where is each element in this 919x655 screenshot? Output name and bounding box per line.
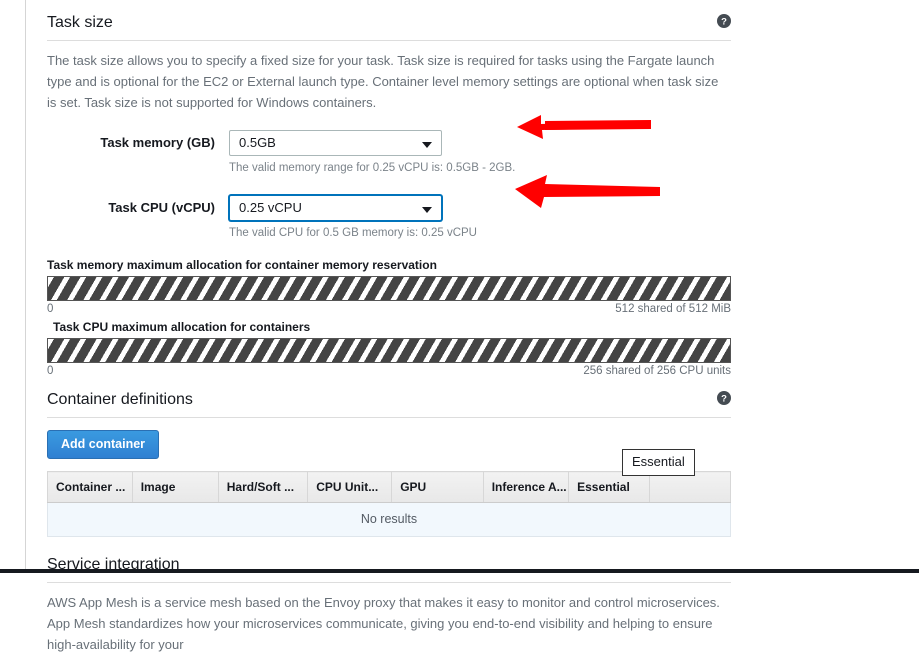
column-header-essential[interactable]: Essential: [568, 471, 651, 503]
task-cpu-bar-axis: 0 256 shared of 256 CPU units: [47, 364, 731, 379]
task-cpu-row: Task CPU (vCPU) 0.25 vCPU The valid CPU …: [47, 195, 731, 241]
task-cpu-axis-max: 256 shared of 256 CPU units: [583, 365, 731, 377]
task-memory-select[interactable]: 0.5GB: [229, 130, 442, 156]
column-header-gpu[interactable]: GPU: [391, 471, 484, 503]
task-cpu-select[interactable]: 0.25 vCPU: [229, 195, 442, 221]
chevron-down-icon: [422, 142, 432, 148]
task-memory-hint: The valid memory range for 0.25 vCPU is:…: [229, 162, 516, 174]
task-cpu-axis-min: 0: [47, 365, 54, 377]
column-header-image[interactable]: Image: [131, 471, 219, 503]
task-memory-row: Task memory (GB) 0.5GB The valid memory …: [47, 130, 731, 176]
add-container-button[interactable]: Add container: [47, 430, 160, 459]
table-row-empty: No results: [47, 502, 731, 537]
column-header-inference-accelerator[interactable]: Inference A...: [482, 471, 570, 503]
task-cpu-bar-label: Task CPU maximum allocation for containe…: [53, 320, 311, 334]
task-memory-bar-label: Task memory maximum allocation for conta…: [47, 258, 437, 272]
container-definitions-table: Container ... Image Hard/Soft ... CPU Un…: [47, 471, 731, 537]
help-circle-icon[interactable]: ?: [717, 391, 731, 405]
task-size-description: The task size allows you to specify a fi…: [47, 53, 719, 110]
task-cpu-hint: The valid CPU for 0.5 GB memory is: 0.25…: [229, 227, 477, 239]
table-header-row: Container ... Image Hard/Soft ... CPU Un…: [47, 471, 731, 503]
essential-tooltip: Essential: [622, 449, 695, 476]
task-size-divider: [47, 40, 731, 41]
task-cpu-allocation-fill: [48, 339, 730, 362]
svg-text:?: ?: [721, 394, 727, 405]
panel-left-border: [25, 0, 26, 573]
task-memory-label: Task memory (GB): [100, 135, 215, 150]
task-memory-bar-axis: 0 512 shared of 512 MiB: [47, 302, 731, 317]
task-memory-value: 0.5GB: [239, 135, 276, 150]
task-cpu-value: 0.25 vCPU: [239, 200, 302, 215]
task-memory-axis-min: 0: [47, 303, 54, 315]
task-memory-axis-max: 512 shared of 512 MiB: [615, 303, 731, 315]
main-content: Task size ? The task size allows you to …: [47, 0, 731, 655]
task-memory-allocation-fill: [48, 277, 730, 300]
column-header-container-name[interactable]: Container ...: [47, 471, 133, 503]
help-circle-icon[interactable]: ?: [717, 14, 731, 28]
column-header-cpu-units[interactable]: CPU Unit...: [307, 471, 393, 503]
task-cpu-label: Task CPU (vCPU): [108, 200, 215, 215]
task-size-section-header: Task size ?: [47, 0, 731, 41]
service-integration-divider: [47, 582, 731, 583]
service-integration-section-header: Service integration: [47, 537, 731, 583]
task-size-title: Task size: [47, 14, 113, 31]
service-integration-description: AWS App Mesh is a service mesh based on …: [47, 595, 720, 652]
no-results-message: No results: [47, 502, 731, 537]
chevron-down-icon: [422, 207, 432, 213]
window-bottom-edge: [0, 569, 919, 573]
task-cpu-allocation-bar: [47, 338, 731, 363]
column-header-hard-soft-limits[interactable]: Hard/Soft ...: [217, 471, 309, 503]
container-definitions-section-header: Container definitions ?: [47, 379, 731, 418]
container-definitions-divider: [47, 417, 731, 418]
page-root: Task size ? The task size allows you to …: [0, 0, 919, 652]
column-header-actions: [649, 471, 731, 503]
svg-text:?: ?: [721, 17, 727, 28]
container-definitions-title: Container definitions: [47, 391, 193, 408]
task-memory-allocation-bar: [47, 276, 731, 301]
